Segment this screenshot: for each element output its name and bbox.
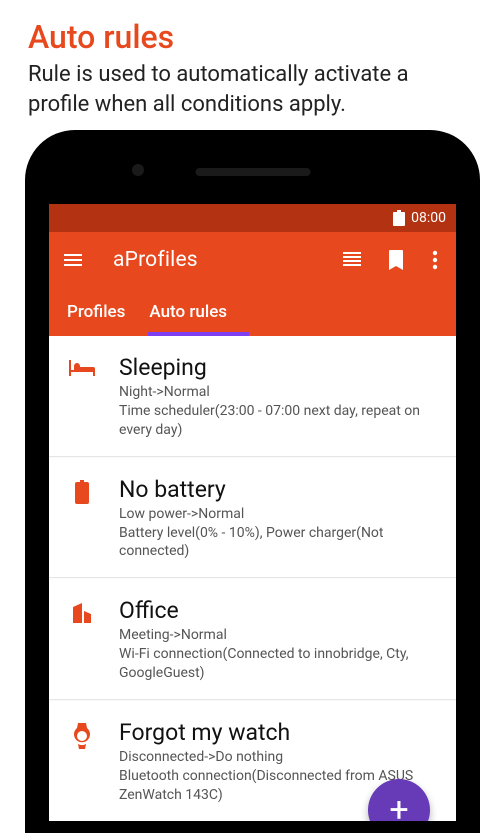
phone-camera [132, 164, 144, 176]
rule-transition: Meeting->Normal [119, 626, 442, 645]
page-title: Auto rules [0, 0, 500, 60]
tab-auto-rules[interactable]: Auto rules [137, 288, 239, 336]
rule-condition: Time scheduler(23:00 - 07:00 next day, r… [119, 402, 442, 440]
building-icon [67, 597, 97, 683]
phone-screen: 08:00 aProfiles Profiles Auto [49, 204, 456, 821]
rules-list: Sleeping Night->Normal Time scheduler(23… [49, 336, 456, 821]
battery-low-icon [67, 476, 97, 562]
plus-icon: + [389, 790, 408, 821]
phone-speaker [195, 168, 310, 176]
rule-title: Sleeping [119, 354, 442, 381]
rule-item[interactable]: Office Meeting->Normal Wi-Fi connection(… [49, 579, 456, 700]
overflow-icon[interactable] [432, 248, 444, 272]
rule-title: Forgot my watch [119, 719, 442, 746]
phone-frame: 08:00 aProfiles Profiles Auto [25, 130, 480, 833]
watch-icon [67, 719, 97, 805]
status-bar: 08:00 [49, 204, 456, 232]
rule-body: Sleeping Night->Normal Time scheduler(23… [119, 354, 442, 440]
rule-title: Office [119, 597, 442, 624]
rule-condition: Battery level(0% - 10%), Power charger(N… [119, 524, 442, 562]
list-icon[interactable] [340, 248, 364, 272]
rule-item[interactable]: Sleeping Night->Normal Time scheduler(23… [49, 336, 456, 457]
phone-inner: 08:00 aProfiles Profiles Auto [37, 142, 468, 821]
rule-transition: Low power->Normal [119, 505, 442, 524]
rule-title: No battery [119, 476, 442, 503]
app-title: aProfiles [107, 248, 318, 272]
status-time: 08:00 [411, 210, 446, 226]
menu-icon[interactable] [61, 248, 85, 272]
battery-icon [393, 210, 405, 226]
bed-icon [67, 354, 97, 440]
app-bar: aProfiles [49, 232, 456, 288]
rule-body: No battery Low power->Normal Battery lev… [119, 476, 442, 562]
tab-bar: Profiles Auto rules [49, 288, 456, 336]
rule-transition: Disconnected->Do nothing [119, 748, 442, 767]
rule-body: Office Meeting->Normal Wi-Fi connection(… [119, 597, 442, 683]
tab-profiles[interactable]: Profiles [55, 288, 137, 336]
bookmark-icon[interactable] [386, 248, 410, 272]
rule-transition: Night->Normal [119, 383, 442, 402]
page-subtitle: Rule is used to automatically activate a… [0, 60, 500, 131]
rule-condition: Wi-Fi connection(Connected to innobridge… [119, 645, 442, 683]
rule-item[interactable]: No battery Low power->Normal Battery lev… [49, 458, 456, 579]
